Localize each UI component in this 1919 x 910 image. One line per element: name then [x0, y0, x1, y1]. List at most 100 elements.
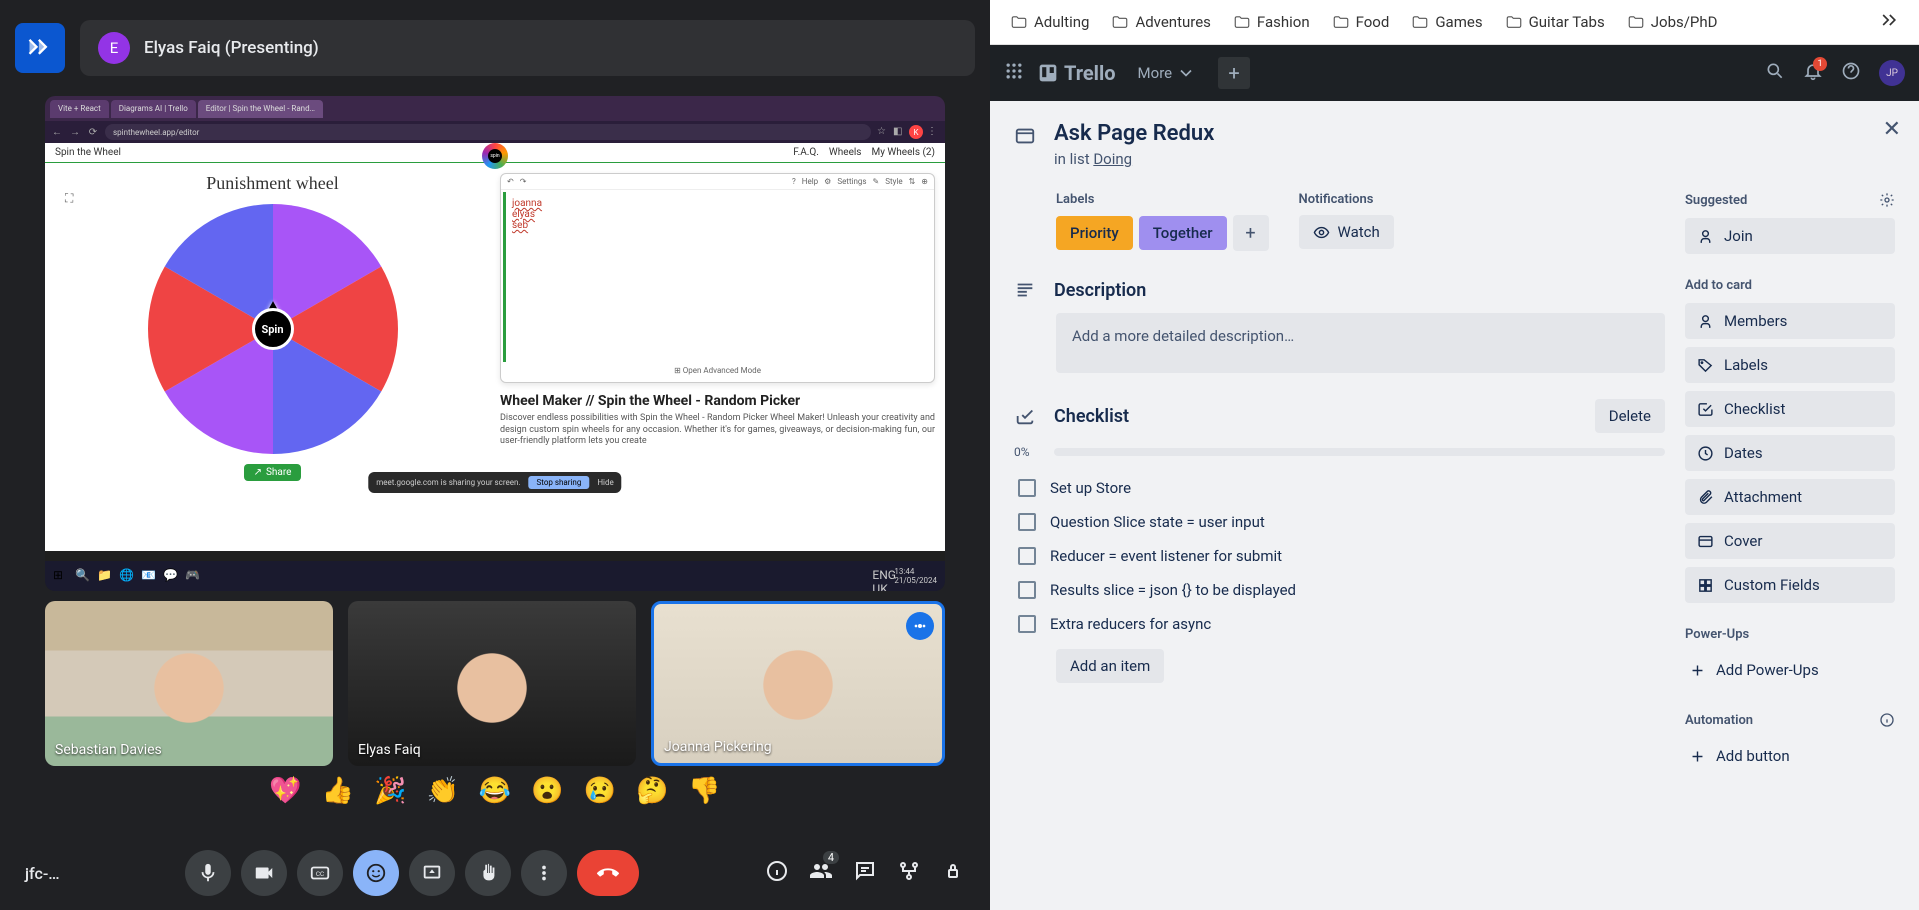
- add-item-button[interactable]: Add an item: [1056, 649, 1164, 683]
- browser-tab[interactable]: Diagrams AI | Trello: [111, 100, 196, 118]
- shuffle-icon[interactable]: ⇅: [909, 177, 916, 186]
- members-button[interactable]: Members: [1685, 303, 1895, 339]
- menu-icon[interactable]: ⋮: [927, 126, 939, 138]
- list-link[interactable]: Doing: [1093, 150, 1132, 168]
- checkbox[interactable]: [1018, 513, 1036, 531]
- nav-home[interactable]: Spin the Wheel: [55, 147, 121, 158]
- watch-button[interactable]: Watch: [1299, 215, 1394, 249]
- card-title[interactable]: Ask Page Redux: [1054, 121, 1214, 146]
- spin-wheel[interactable]: Spin: [148, 204, 398, 454]
- reaction-laugh[interactable]: 😂: [479, 776, 511, 806]
- profile-icon[interactable]: K: [909, 125, 923, 139]
- bookmark-folder[interactable]: Food: [1332, 13, 1390, 31]
- reaction-think[interactable]: 🤔: [636, 776, 668, 806]
- url-field[interactable]: spinthewheel.app/editor: [105, 124, 871, 140]
- browser-tab-active[interactable]: Editor | Spin the Wheel - Rand…: [198, 100, 323, 118]
- checklist-item[interactable]: Reducer = event listener for submit: [1014, 539, 1665, 573]
- description-input[interactable]: Add a more detailed description…: [1056, 313, 1665, 373]
- captions-button[interactable]: CC: [297, 850, 343, 896]
- leave-call-button[interactable]: [577, 850, 639, 896]
- reaction-party[interactable]: 🎉: [374, 776, 406, 806]
- search-icon[interactable]: 🔍: [75, 568, 91, 584]
- start-icon[interactable]: ⊞: [53, 568, 69, 584]
- more-icon[interactable]: ⊕: [921, 177, 928, 186]
- checklist-item[interactable]: Set up Store: [1014, 471, 1665, 505]
- close-icon[interactable]: ✕: [1883, 117, 1901, 142]
- redo-icon[interactable]: ↷: [520, 177, 527, 186]
- undo-icon[interactable]: ↶: [507, 177, 514, 186]
- nav-link[interactable]: F.A.Q.: [793, 147, 819, 158]
- create-button[interactable]: +: [1218, 57, 1250, 89]
- emoji-button[interactable]: [353, 850, 399, 896]
- chat-icon[interactable]: [853, 859, 877, 887]
- present-button[interactable]: [409, 850, 455, 896]
- spin-button[interactable]: Spin: [252, 308, 294, 350]
- reaction-thumbsdown[interactable]: 👎: [688, 776, 720, 806]
- wheel-editor[interactable]: ↶↷ ?Help ⚙Settings ✎Style ⇅ ⊕ joanna: [500, 173, 935, 383]
- checkbox[interactable]: [1018, 615, 1036, 633]
- checkbox[interactable]: [1018, 479, 1036, 497]
- reaction-thumbsup[interactable]: 👍: [322, 776, 354, 806]
- search-icon[interactable]: [1765, 61, 1785, 85]
- more-menu[interactable]: More: [1138, 63, 1197, 83]
- cover-button[interactable]: Cover: [1685, 523, 1895, 559]
- custom-fields-button[interactable]: Custom Fields: [1685, 567, 1895, 603]
- checklist-item[interactable]: Results slice = json {} to be displayed: [1014, 573, 1665, 607]
- bookmark-folder[interactable]: Fashion: [1233, 13, 1310, 31]
- checklist-item[interactable]: Extra reducers for async: [1014, 607, 1665, 641]
- extension-icon[interactable]: ◧: [893, 126, 905, 138]
- raise-hand-button[interactable]: [465, 850, 511, 896]
- back-icon[interactable]: ←: [51, 126, 63, 138]
- stop-sharing-button[interactable]: Stop sharing: [529, 476, 590, 489]
- forward-icon[interactable]: →: [69, 126, 81, 138]
- camera-button[interactable]: [241, 850, 287, 896]
- bookmark-folder[interactable]: Adventures: [1111, 13, 1210, 31]
- people-icon[interactable]: 4: [809, 859, 833, 887]
- checklist-button[interactable]: Checklist: [1685, 391, 1895, 427]
- add-automation-button[interactable]: Add button: [1685, 738, 1895, 774]
- editor-textarea[interactable]: joanna elyas seb: [503, 192, 932, 362]
- join-button[interactable]: Join: [1685, 218, 1895, 254]
- help-icon[interactable]: ?: [792, 177, 796, 186]
- label-priority[interactable]: Priority: [1056, 216, 1133, 250]
- checkbox[interactable]: [1018, 581, 1036, 599]
- share-button[interactable]: ↗ Share: [244, 464, 302, 481]
- delete-checklist-button[interactable]: Delete: [1595, 399, 1665, 433]
- hide-sharing-button[interactable]: Hide: [597, 478, 613, 487]
- star-icon[interactable]: ☆: [877, 126, 889, 138]
- bookmark-folder[interactable]: Adulting: [1010, 13, 1089, 31]
- reaction-clap[interactable]: 👏: [426, 776, 458, 806]
- notifications-icon[interactable]: 1: [1803, 61, 1823, 85]
- attachment-button[interactable]: Attachment: [1685, 479, 1895, 515]
- host-controls-icon[interactable]: [941, 859, 965, 887]
- labels-button[interactable]: Labels: [1685, 347, 1895, 383]
- label-together[interactable]: Together: [1139, 216, 1227, 250]
- participant-tile-speaking[interactable]: Joanna Pickering: [651, 601, 945, 766]
- trello-brand[interactable]: Trello: [1038, 61, 1116, 85]
- more-options-button[interactable]: [521, 850, 567, 896]
- mic-button[interactable]: [185, 850, 231, 896]
- settings-icon[interactable]: ⚙: [824, 177, 831, 186]
- nav-link[interactable]: My Wheels (2): [871, 147, 935, 158]
- style-icon[interactable]: ✎: [873, 177, 880, 186]
- reaction-cry[interactable]: 😢: [584, 776, 616, 806]
- advanced-mode-link[interactable]: ⊞ Open Advanced Mode: [501, 364, 934, 377]
- reload-icon[interactable]: ⟳: [87, 126, 99, 138]
- reaction-wow[interactable]: 😮: [531, 776, 563, 806]
- nav-link[interactable]: Wheels: [829, 147, 862, 158]
- app-switcher-icon[interactable]: [1004, 61, 1024, 85]
- info-icon[interactable]: [1879, 712, 1895, 728]
- bookmark-folder[interactable]: Jobs/PhD: [1627, 13, 1718, 31]
- bookmarks-overflow-icon[interactable]: [1879, 10, 1899, 34]
- presenter-pill[interactable]: E Elyas Faiq (Presenting): [80, 20, 975, 76]
- checklist-item[interactable]: Question Slice state = user input: [1014, 505, 1665, 539]
- reaction-heart[interactable]: 💖: [269, 776, 301, 806]
- browser-tab[interactable]: Vite + React: [50, 100, 109, 118]
- help-icon[interactable]: [1841, 61, 1861, 85]
- participant-tile[interactable]: Sebastian Davies: [45, 601, 333, 766]
- expand-icon[interactable]: ⛶: [65, 191, 73, 206]
- participant-tile[interactable]: Elyas Faiq: [348, 601, 636, 766]
- user-avatar[interactable]: JP: [1879, 60, 1905, 86]
- activities-icon[interactable]: [897, 859, 921, 887]
- bookmark-folder[interactable]: Guitar Tabs: [1505, 13, 1605, 31]
